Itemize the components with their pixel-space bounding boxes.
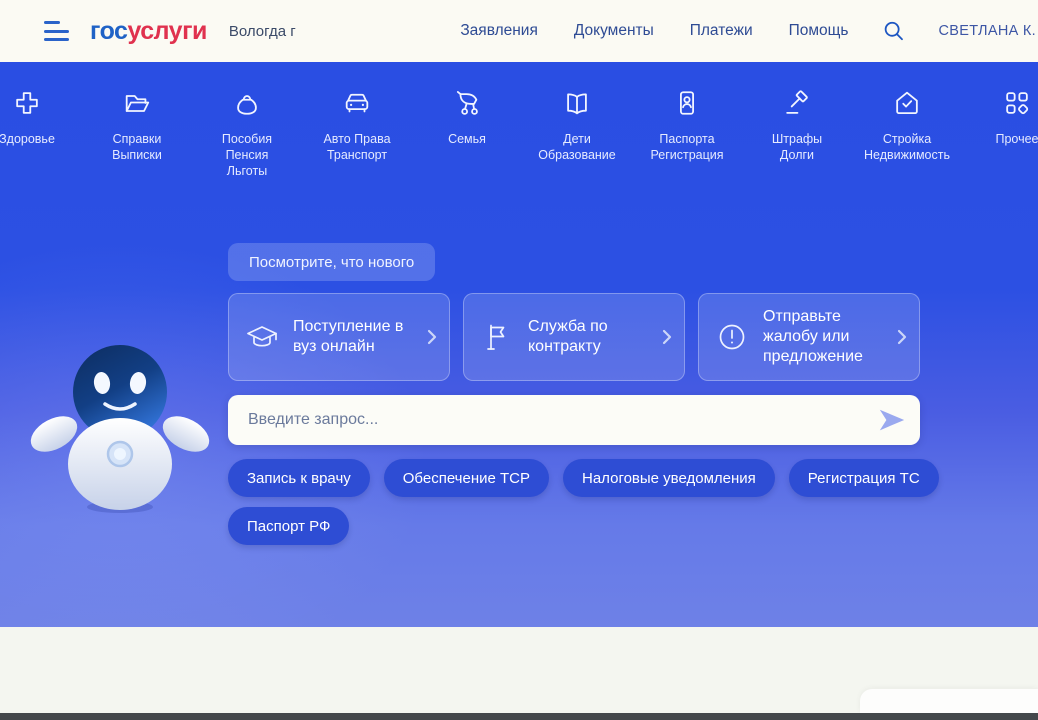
card-zhaloba-predlozhenie[interactable]: Отправьте жалобу или предложение (698, 293, 920, 381)
chip-obespechenie-tsr[interactable]: Обеспечение ТСР (384, 459, 549, 497)
card-title: Поступление в вуз онлайн (293, 317, 427, 357)
exclamation-circle-icon (714, 319, 750, 355)
send-button[interactable] (877, 407, 907, 433)
category-bar: Здоровье Справки Выписки Пособия Пенсия … (0, 88, 1038, 179)
passport-icon (672, 88, 702, 118)
category-zdorovye[interactable]: Здоровье (0, 88, 82, 179)
nav-item-dokumenty[interactable]: Документы (574, 22, 654, 40)
chip-registratsiya-ts[interactable]: Регистрация ТС (789, 459, 939, 497)
category-label: Пособия Пенсия Льготы (222, 131, 272, 179)
card-sluzhba-po-kontraktu[interactable]: Служба по контракту (463, 293, 685, 381)
folder-icon (122, 88, 152, 118)
flag-icon (479, 319, 515, 355)
category-prochee[interactable]: Прочее (962, 88, 1038, 179)
quick-links-row-1: Запись к врачу Обеспечение ТСР Налоговые… (228, 459, 939, 497)
search-input[interactable] (246, 410, 877, 430)
hamburger-menu-icon[interactable] (44, 21, 70, 41)
category-shtrafy[interactable]: Штрафы Долги (742, 88, 852, 179)
whats-new-button[interactable]: Посмотрите, что нового (228, 243, 435, 281)
chevron-right-icon (897, 329, 907, 345)
category-deti[interactable]: Дети Образование (522, 88, 632, 179)
category-label: Стройка Недвижимость (864, 131, 950, 163)
quick-links-row-2: Паспорт РФ (228, 507, 349, 545)
category-label: Дети Образование (538, 131, 615, 163)
category-label: Штрафы Долги (772, 131, 822, 163)
purse-icon (232, 88, 262, 118)
chip-zapis-k-vrachu[interactable]: Запись к врачу (228, 459, 370, 497)
card-vuz-online[interactable]: Поступление в вуз онлайн (228, 293, 450, 381)
search-icon[interactable] (881, 19, 905, 43)
location-selector[interactable]: Вологда г (229, 23, 296, 40)
chevron-right-icon (427, 329, 437, 345)
promo-cards: Поступление в вуз онлайн Служба по контр… (228, 293, 920, 381)
chevron-right-icon (662, 329, 672, 345)
top-header: госуслуги Вологда г Заявления Документы … (0, 0, 1038, 62)
car-icon (342, 88, 372, 118)
category-pasporta[interactable]: Паспорта Регистрация (632, 88, 742, 179)
card-title: Отправьте жалобу или предложение (763, 307, 897, 367)
nav-item-pomosch[interactable]: Помощь (789, 22, 849, 40)
house-check-icon (892, 88, 922, 118)
bottom-edge-bar (0, 713, 1038, 720)
logo-text-blue: гос (90, 17, 127, 45)
assistant-search-bar (228, 395, 920, 445)
logo-text-red: услуги (127, 17, 206, 45)
chip-nalogovye-uvedomleniya[interactable]: Налоговые уведомления (563, 459, 775, 497)
nav-item-zayavleniya[interactable]: Заявления (460, 22, 538, 40)
category-label: Здоровье (0, 131, 55, 147)
health-cross-icon (12, 88, 42, 118)
category-posobiya[interactable]: Пособия Пенсия Льготы (192, 88, 302, 179)
gosuslugi-home-page: госуслуги Вологда г Заявления Документы … (0, 0, 1038, 720)
gosuslugi-logo[interactable]: госуслуги (90, 17, 207, 46)
category-spravki[interactable]: Справки Выписки (82, 88, 192, 179)
grid-icon (1002, 88, 1032, 118)
hero-section: Здоровье Справки Выписки Пособия Пенсия … (0, 62, 1038, 627)
graduation-cap-icon (244, 319, 280, 355)
bottom-right-panel (860, 689, 1038, 713)
nav-item-platezhi[interactable]: Платежи (690, 22, 753, 40)
category-semya[interactable]: Семья (412, 88, 522, 179)
card-title: Служба по контракту (528, 317, 662, 357)
category-label: Семья (448, 131, 486, 147)
stroller-icon (452, 88, 482, 118)
gavel-icon (782, 88, 812, 118)
chip-pasport-rf[interactable]: Паспорт РФ (228, 507, 349, 545)
robot-assistant[interactable] (28, 314, 213, 519)
open-book-icon (562, 88, 592, 118)
user-account-button[interactable]: СВЕТЛАНА К. (939, 23, 1037, 39)
header-nav: Заявления Документы Платежи Помощь (460, 22, 848, 40)
category-avto[interactable]: Авто Права Транспорт (302, 88, 412, 179)
category-label: Авто Права Транспорт (323, 131, 390, 163)
category-label: Прочее (995, 131, 1038, 147)
category-label: Паспорта Регистрация (650, 131, 723, 163)
category-stroyka[interactable]: Стройка Недвижимость (852, 88, 962, 179)
send-arrow-icon (877, 407, 907, 433)
category-label: Справки Выписки (112, 131, 162, 163)
